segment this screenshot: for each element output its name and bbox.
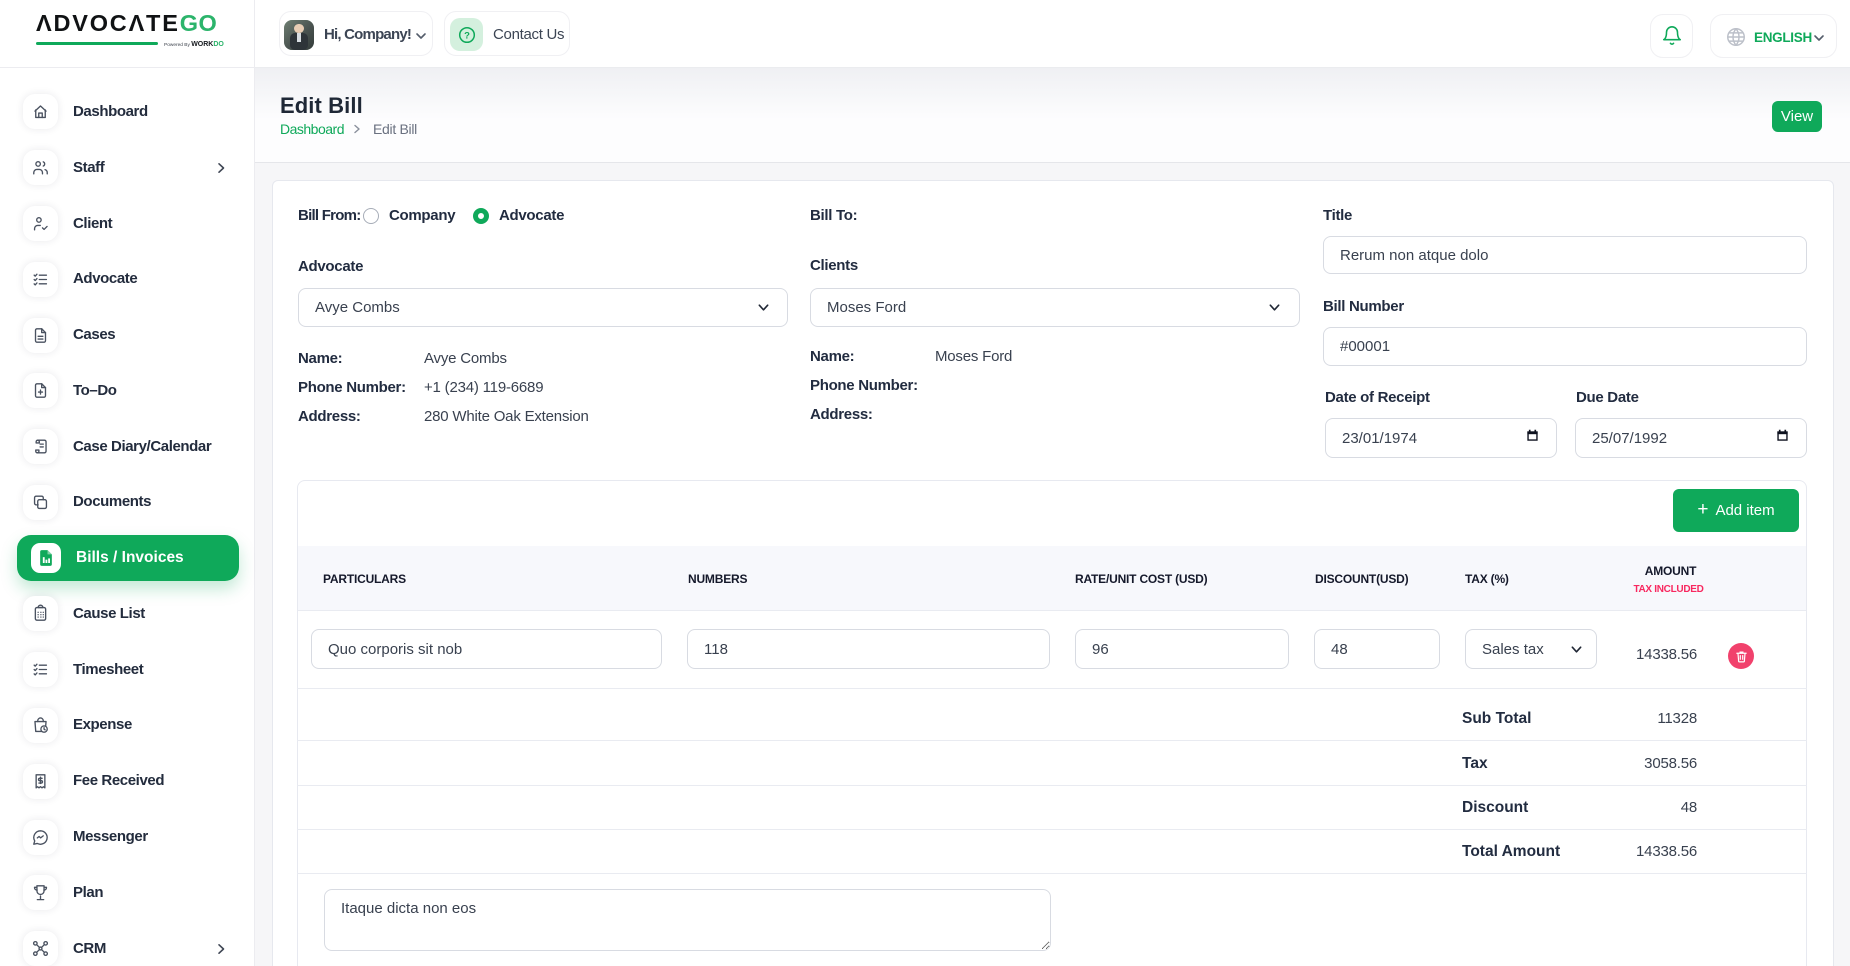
svg-text:?: ? <box>464 30 470 41</box>
